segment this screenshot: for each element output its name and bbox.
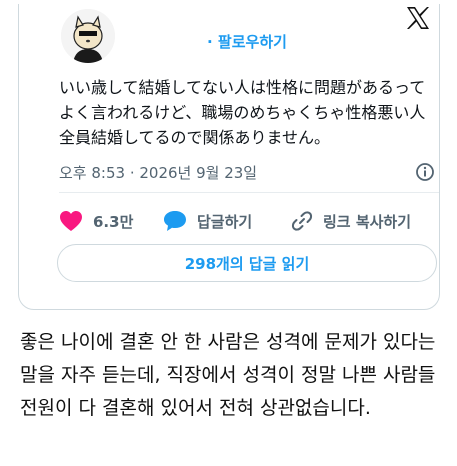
avatar[interactable] xyxy=(61,9,115,63)
like-button[interactable]: 6.3만 xyxy=(59,207,133,235)
reply-button[interactable]: 답글하기 xyxy=(163,207,252,235)
tweet-card: · 팔로우하기 いい歳して結婚してない人は性格に問題があるってよく言われるけど、… xyxy=(18,0,440,310)
x-logo-icon[interactable] xyxy=(405,5,431,35)
link-icon xyxy=(291,211,313,231)
reply-label: 답글하기 xyxy=(197,212,253,231)
read-replies-button[interactable]: 298개의 답글 읽기 xyxy=(57,244,437,282)
follow-button[interactable]: · 팔로우하기 xyxy=(207,31,287,52)
divider xyxy=(59,192,439,193)
top-edge xyxy=(0,0,457,4)
tweet-actions: 6.3만 답글하기 링크 복사하기 xyxy=(59,207,439,235)
comment-icon xyxy=(164,211,186,231)
copy-link-label: 링크 복사하기 xyxy=(323,212,412,231)
like-count: 6.3만 xyxy=(93,212,134,231)
tweet-timestamp[interactable]: 오후 8:53 · 2026년 9월 23일 xyxy=(59,162,257,183)
avatar-image xyxy=(61,9,115,63)
translation-text: 좋은 나이에 결혼 안 한 사람은 성격에 문제가 있다는 말을 자주 듣는데,… xyxy=(20,331,436,419)
copy-link-button[interactable]: 링크 복사하기 xyxy=(291,207,411,235)
heart-icon xyxy=(60,211,82,231)
tweet-text: いい歳して結婚してない人は性格に問題があるってよく言われるけど、職場のめちゃくち… xyxy=(59,78,426,147)
info-icon[interactable] xyxy=(415,162,435,186)
